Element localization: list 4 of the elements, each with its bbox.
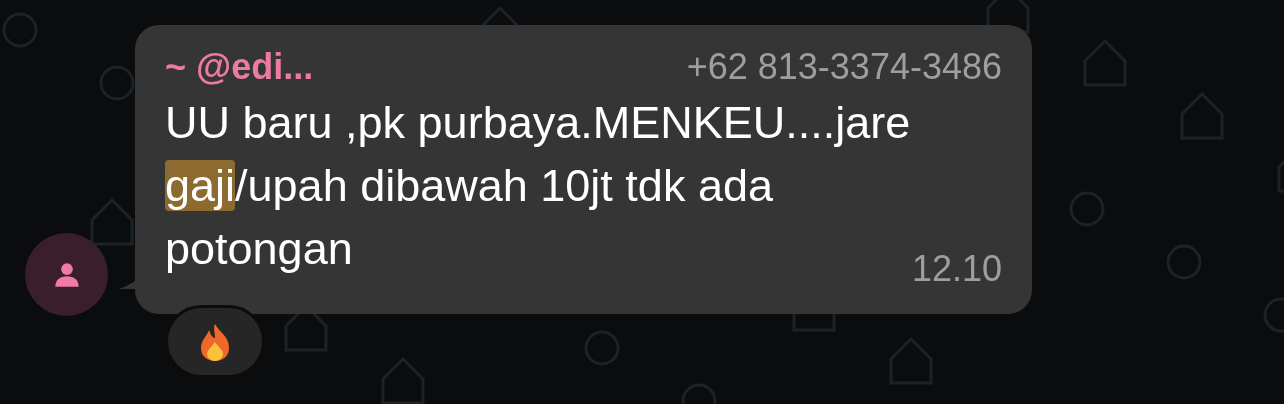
phone-number: +62 813-3374-3486 — [686, 45, 1002, 89]
sender-name[interactable]: ~ @edi... — [165, 45, 314, 89]
person-icon — [52, 260, 81, 289]
message-time: 12.10 — [911, 247, 1002, 291]
